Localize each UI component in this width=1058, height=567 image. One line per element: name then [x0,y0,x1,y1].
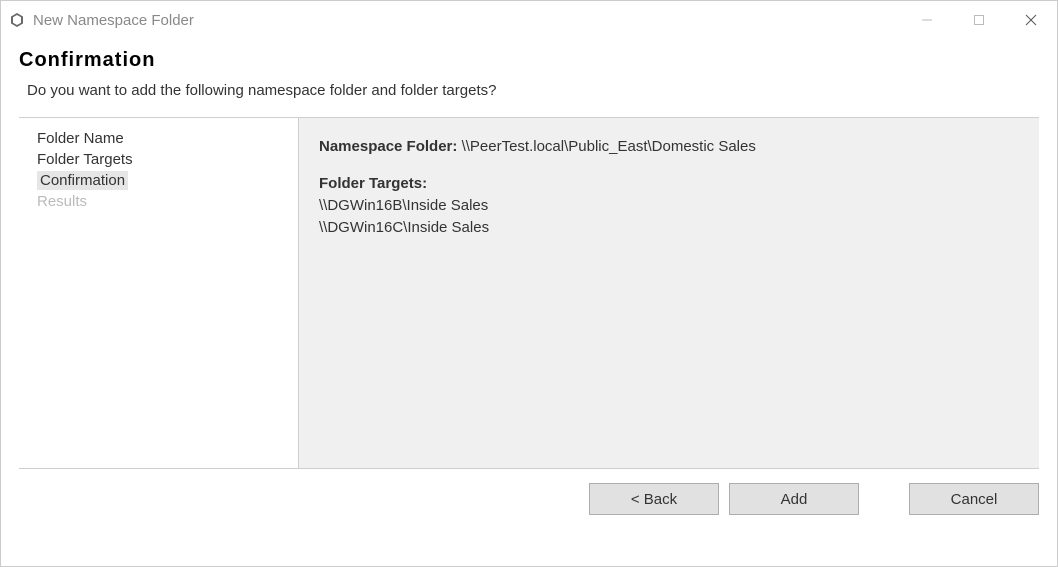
content-area: Folder Name Folder Targets Confirmation … [19,117,1039,469]
folder-targets-label: Folder Targets: [319,173,1019,196]
add-button[interactable]: Add [729,483,859,515]
minimize-button[interactable] [901,1,953,39]
footer-buttons: < Back Add Cancel [1,469,1057,515]
page-subtitle: Do you want to add the following namespa… [19,82,1039,99]
page-heading: Confirmation [19,49,1039,72]
header-section: Confirmation Do you want to add the foll… [1,39,1057,117]
main-panel: Namespace Folder: \\PeerTest.local\Publi… [299,118,1039,468]
sidebar-item-label: Folder Targets [37,151,133,168]
titlebar: New Namespace Folder [1,1,1057,39]
namespace-folder-label: Namespace Folder: [319,138,457,155]
folder-targets-block: Folder Targets: \\DGWin16B\Inside Sales … [319,173,1019,239]
sidebar-item-results: Results [19,191,298,212]
window-title: New Namespace Folder [33,12,901,29]
sidebar-item-label: Confirmation [37,171,128,190]
app-icon [9,12,25,28]
wizard-sidebar: Folder Name Folder Targets Confirmation … [19,118,299,468]
close-button[interactable] [1005,1,1057,39]
folder-target-line: \\DGWin16C\Inside Sales [319,217,1019,239]
maximize-button[interactable] [953,1,1005,39]
sidebar-item-confirmation[interactable]: Confirmation [19,170,298,191]
folder-target-line: \\DGWin16B\Inside Sales [319,195,1019,217]
cancel-button[interactable]: Cancel [909,483,1039,515]
back-button[interactable]: < Back [589,483,719,515]
sidebar-item-label: Results [37,193,87,210]
namespace-folder-value: \\PeerTest.local\Public_East\Domestic Sa… [462,138,756,155]
window-controls [901,1,1057,39]
sidebar-item-folder-name[interactable]: Folder Name [19,128,298,149]
sidebar-item-folder-targets[interactable]: Folder Targets [19,149,298,170]
namespace-folder-row: Namespace Folder: \\PeerTest.local\Publi… [319,136,1019,159]
sidebar-item-label: Folder Name [37,130,124,147]
